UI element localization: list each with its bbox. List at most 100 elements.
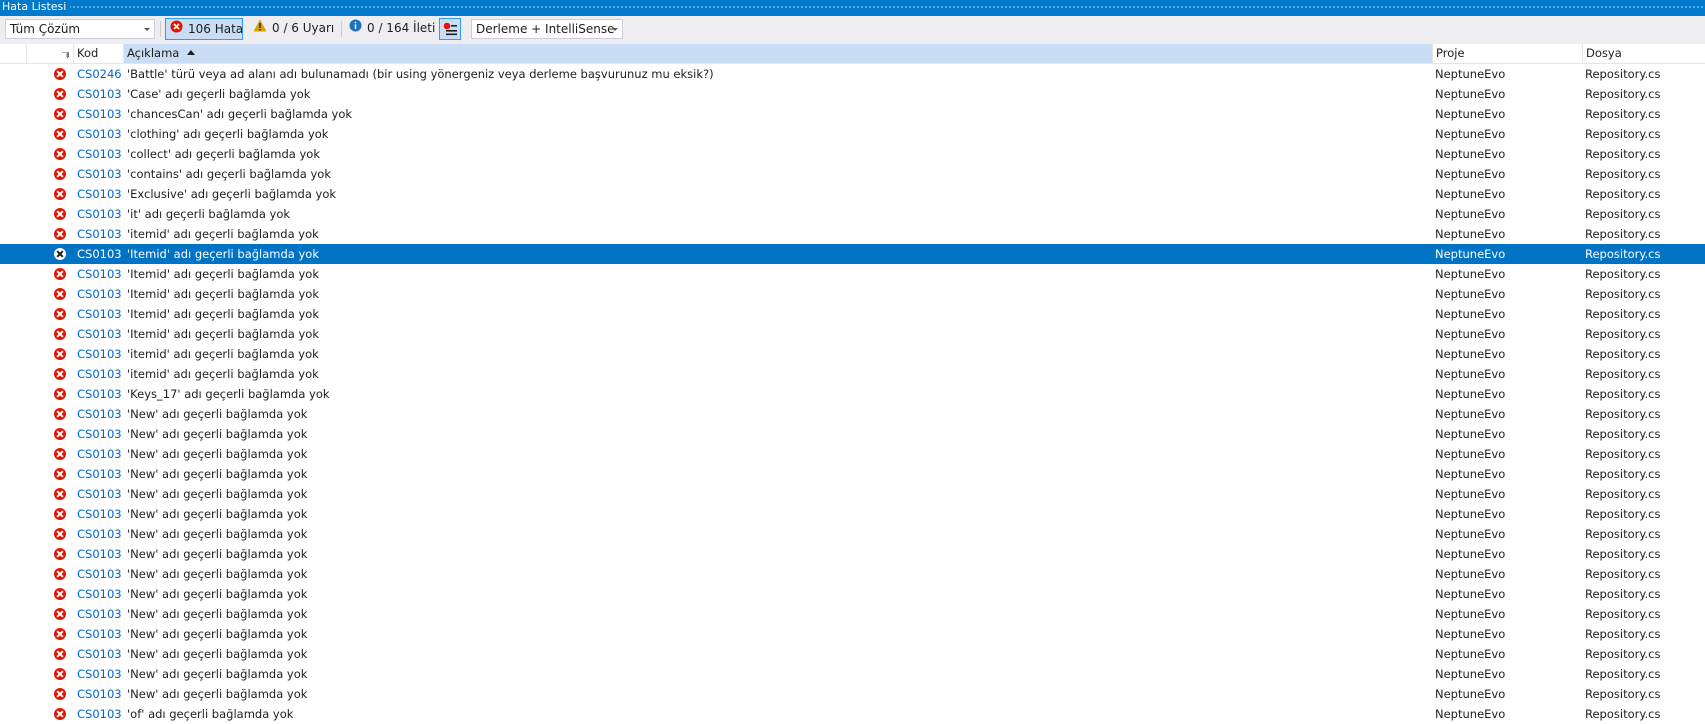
- error-code-link[interactable]: CS0103: [77, 264, 122, 284]
- error-project: NeptuneEvo: [1435, 627, 1506, 641]
- header-description[interactable]: Açıklama: [123, 44, 1432, 63]
- error-description: 'New' adı geçerli bağlamda yok: [127, 527, 308, 541]
- error-description: 'New' adı geçerli bağlamda yok: [127, 407, 308, 421]
- table-row[interactable]: CS0103 'New' adı geçerli bağlamda yok Nept…: [0, 684, 1705, 704]
- table-row[interactable]: CS0103 'Itemid' adı geçerli bağlamda yok N…: [0, 244, 1705, 264]
- error-code-link[interactable]: CS0103: [77, 604, 122, 624]
- error-file: Repository.cs: [1585, 347, 1661, 361]
- table-row[interactable]: CS0103 'New' adı geçerli bağlamda yok Nept…: [0, 464, 1705, 484]
- table-row[interactable]: CS0103 'New' adı geçerli bağlamda yok Nept…: [0, 564, 1705, 584]
- error-code-link[interactable]: CS0103: [77, 624, 122, 644]
- build-source-dropdown[interactable]: Derleme + IntelliSense: [471, 19, 623, 39]
- error-project: NeptuneEvo: [1435, 667, 1506, 681]
- table-row[interactable]: CS0103 'New' adı geçerli bağlamda yok Nept…: [0, 404, 1705, 424]
- table-row[interactable]: CS0103 'contains' adı geçerli bağlamda yo…: [0, 164, 1705, 184]
- error-code-link[interactable]: CS0103: [77, 464, 122, 484]
- table-row[interactable]: CS0103 'chancesCan' adı geçerli bağlamda …: [0, 104, 1705, 124]
- table-row[interactable]: CS0103 'itemid' adı geçerli bağlamda yok N…: [0, 224, 1705, 244]
- table-row[interactable]: CS0103 'Keys_17' adı geçerli bağlamda yok…: [0, 384, 1705, 404]
- error-code-link[interactable]: CS0103: [77, 404, 122, 424]
- error-code-link[interactable]: CS0103: [77, 424, 122, 444]
- error-code-link[interactable]: CS0103: [77, 584, 122, 604]
- table-row[interactable]: CS0103 'itemid' adı geçerli bağlamda yok N…: [0, 364, 1705, 384]
- table-row[interactable]: CS0103 'collect' adı geçerli bağlamda yok…: [0, 144, 1705, 164]
- error-code-link[interactable]: CS0103: [77, 564, 122, 584]
- error-description: 'itemid' adı geçerli bağlamda yok: [127, 367, 319, 381]
- table-row[interactable]: CS0103 'itemid' adı geçerli bağlamda yok N…: [0, 344, 1705, 364]
- error-file: Repository.cs: [1585, 247, 1661, 261]
- table-row[interactable]: CS0103 'New' adı geçerli bağlamda yok Nept…: [0, 504, 1705, 524]
- error-icon: [54, 588, 66, 600]
- error-code-link[interactable]: CS0103: [77, 444, 122, 464]
- table-row[interactable]: CS0103 'New' adı geçerli bağlamda yok Nept…: [0, 524, 1705, 544]
- error-code-link[interactable]: CS0103: [77, 644, 122, 664]
- table-row[interactable]: CS0103 'New' adı geçerli bağlamda yok Nept…: [0, 644, 1705, 664]
- error-project: NeptuneEvo: [1435, 207, 1506, 221]
- error-code-link[interactable]: CS0103: [77, 84, 122, 104]
- header-project-label: Proje: [1436, 46, 1465, 60]
- header-file-label: Dosya: [1586, 46, 1622, 60]
- scope-dropdown[interactable]: Tüm Çözüm: [5, 19, 155, 39]
- table-row[interactable]: CS0103 'New' adı geçerli bağlamda yok Nept…: [0, 444, 1705, 464]
- error-code-link[interactable]: CS0103: [77, 664, 122, 684]
- error-code-link[interactable]: CS0103: [77, 324, 122, 344]
- error-code-link[interactable]: CS0103: [77, 164, 122, 184]
- table-row[interactable]: CS0103 'New' adı geçerli bağlamda yok Nept…: [0, 484, 1705, 504]
- error-code-link[interactable]: CS0103: [77, 504, 122, 524]
- table-row[interactable]: CS0103 'Itemid' adı geçerli bağlamda yok N…: [0, 304, 1705, 324]
- table-row[interactable]: CS0103 'clothing' adı geçerli bağlamda yo…: [0, 124, 1705, 144]
- table-row[interactable]: CS0103 'New' adı geçerli bağlamda yok Nept…: [0, 664, 1705, 684]
- error-code-link[interactable]: CS0103: [77, 344, 122, 364]
- error-code-link[interactable]: CS0103: [77, 124, 122, 144]
- warnings-filter-button[interactable]: 0 / 6 Uyarı: [249, 18, 339, 40]
- filter-toggle-button[interactable]: [439, 18, 461, 40]
- table-row[interactable]: CS0103 'New' adı geçerli bağlamda yok Nept…: [0, 604, 1705, 624]
- error-code-link[interactable]: CS0103: [77, 144, 122, 164]
- header-code[interactable]: Kod: [73, 44, 123, 63]
- table-row[interactable]: CS0103 'New' adı geçerli bağlamda yok Nept…: [0, 584, 1705, 604]
- error-description: 'Battle' türü veya ad alanı adı bulunama…: [127, 67, 714, 81]
- error-code-link[interactable]: CS0103: [77, 384, 122, 404]
- header-file[interactable]: Dosya: [1582, 44, 1705, 63]
- table-row[interactable]: CS0103 'Itemid' adı geçerli bağlamda yok N…: [0, 264, 1705, 284]
- error-list-titlebar[interactable]: Hata Listesi: [0, 0, 1705, 16]
- table-row[interactable]: CS0103 'it' adı geçerli bağlamda yok Neptu…: [0, 204, 1705, 224]
- messages-filter-button[interactable]: 0 / 164 İleti: [345, 18, 435, 40]
- error-code-link[interactable]: CS0246: [77, 64, 122, 84]
- error-code-link[interactable]: CS0103: [77, 304, 122, 324]
- table-row[interactable]: CS0246 'Battle' türü veya ad alanı adı bu…: [0, 64, 1705, 84]
- error-project: NeptuneEvo: [1435, 567, 1506, 581]
- error-code-link[interactable]: CS0103: [77, 224, 122, 244]
- error-code-link[interactable]: CS0103: [77, 544, 122, 564]
- table-row[interactable]: CS0103 'New' adı geçerli bağlamda yok Nept…: [0, 424, 1705, 444]
- table-row[interactable]: CS0103 'Itemid' adı geçerli bağlamda yok N…: [0, 324, 1705, 344]
- error-project: NeptuneEvo: [1435, 527, 1506, 541]
- error-code-link[interactable]: CS0103: [77, 364, 122, 384]
- errors-filter-button[interactable]: 106 Hata: [165, 18, 243, 40]
- window-title: Hata Listesi: [2, 0, 71, 13]
- header-icon-column[interactable]: [26, 44, 73, 63]
- error-file: Repository.cs: [1585, 647, 1661, 661]
- error-project: NeptuneEvo: [1435, 447, 1506, 461]
- table-row[interactable]: CS0103 'of' adı geçerli bağlamda yok Neptu…: [0, 704, 1705, 724]
- error-code-link[interactable]: CS0103: [77, 244, 122, 264]
- error-file: Repository.cs: [1585, 107, 1661, 121]
- table-row[interactable]: CS0103 'New' adı geçerli bağlamda yok Nept…: [0, 624, 1705, 644]
- table-row[interactable]: CS0103 'Case' adı geçerli bağlamda yok Nep…: [0, 84, 1705, 104]
- error-code-link[interactable]: CS0103: [77, 204, 122, 224]
- error-code-link[interactable]: CS0103: [77, 184, 122, 204]
- error-code-link[interactable]: CS0103: [77, 684, 122, 704]
- error-code-link[interactable]: CS0103: [77, 524, 122, 544]
- error-code-link[interactable]: CS0103: [77, 104, 122, 124]
- error-icon: [54, 68, 66, 80]
- error-project: NeptuneEvo: [1435, 267, 1506, 281]
- build-source-value: Derleme + IntelliSense: [476, 22, 615, 36]
- error-code-link[interactable]: CS0103: [77, 704, 122, 724]
- error-file: Repository.cs: [1585, 167, 1661, 181]
- error-code-link[interactable]: CS0103: [77, 284, 122, 304]
- error-code-link[interactable]: CS0103: [77, 484, 122, 504]
- table-row[interactable]: CS0103 'Exclusive' adı geçerli bağlamda y…: [0, 184, 1705, 204]
- table-row[interactable]: CS0103 'New' adı geçerli bağlamda yok Nept…: [0, 544, 1705, 564]
- header-project[interactable]: Proje: [1432, 44, 1582, 63]
- table-row[interactable]: CS0103 'Itemid' adı geçerli bağlamda yok N…: [0, 284, 1705, 304]
